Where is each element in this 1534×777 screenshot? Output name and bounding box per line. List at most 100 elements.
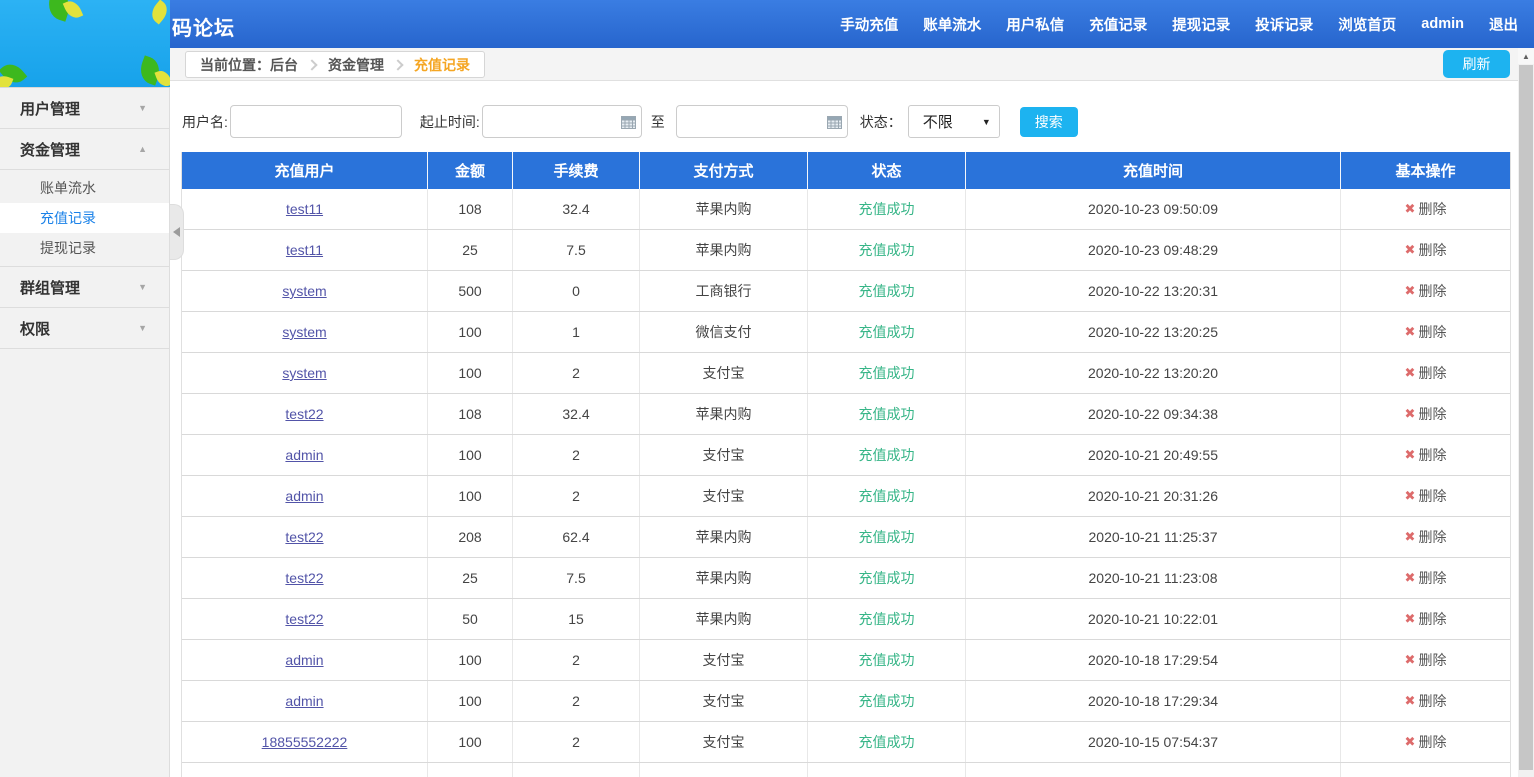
- topnav-item-withdraw-records[interactable]: 提现记录: [1172, 14, 1230, 35]
- date-from-input[interactable]: [482, 105, 642, 138]
- payment-method-cell: 苹果内购: [640, 558, 808, 598]
- delete-label: 删除: [1418, 281, 1446, 301]
- delete-button[interactable]: ✖ 删除: [1405, 322, 1447, 342]
- recharge-time-cell: 2020-10-23 09:50:09: [966, 189, 1341, 229]
- delete-button[interactable]: ✖ 删除: [1405, 281, 1447, 301]
- refresh-button[interactable]: 刷新: [1443, 50, 1510, 78]
- payment-method-cell: 支付宝: [640, 640, 808, 680]
- table-row: admin 100 2 支付宝 充值成功 2020-10-18 17:29:54…: [182, 640, 1510, 681]
- delete-x-icon: ✖: [1405, 734, 1416, 750]
- recharge-time-cell: 2020-10-22 13:20:25: [966, 312, 1341, 352]
- user-link[interactable]: test22: [285, 611, 323, 627]
- sidebar-group-user-management[interactable]: 用户管理▼: [0, 88, 169, 129]
- topnav-item-browse-home[interactable]: 浏览首页: [1338, 14, 1396, 35]
- payment-method-cell: 微信支付: [640, 312, 808, 352]
- user-link[interactable]: test22: [285, 570, 323, 586]
- status-cell: 充值成功: [859, 650, 915, 670]
- date-to-label: 至: [651, 112, 665, 132]
- delete-button[interactable]: ✖ 删除: [1405, 486, 1447, 506]
- fee-cell: 32.4: [513, 189, 640, 229]
- user-link[interactable]: 18855552222: [262, 734, 348, 750]
- delete-button[interactable]: ✖ 删除: [1405, 732, 1447, 752]
- column-header: 支付方式: [640, 152, 808, 189]
- username-input[interactable]: [230, 105, 402, 138]
- user-link[interactable]: test11: [286, 201, 323, 217]
- user-link[interactable]: admin: [285, 447, 323, 463]
- vertical-scrollbar[interactable]: ▲: [1518, 48, 1534, 777]
- scroll-up-icon[interactable]: ▲: [1518, 48, 1534, 64]
- sidebar-collapse-handle[interactable]: [170, 204, 184, 260]
- user-link[interactable]: system: [282, 365, 326, 381]
- fee-cell: 62.4: [513, 517, 640, 557]
- table-body: test11 108 32.4 苹果内购 充值成功 2020-10-23 09:…: [182, 189, 1510, 777]
- delete-button[interactable]: ✖ 删除: [1405, 609, 1447, 629]
- recharge-time-cell: 2020-10-21 10:22:01: [966, 599, 1341, 639]
- topnav-item-recharge-records[interactable]: 充值记录: [1089, 14, 1147, 35]
- topnav-item-bill-flow[interactable]: 账单流水: [923, 14, 981, 35]
- sidebar-item-withdraw-records[interactable]: 提现记录: [0, 233, 169, 263]
- user-link[interactable]: system: [282, 283, 326, 299]
- scrollbar-thumb[interactable]: [1519, 65, 1533, 770]
- breadcrumb-section[interactable]: 资金管理: [328, 55, 384, 75]
- topnav-item-complaint-records[interactable]: 投诉记录: [1255, 14, 1313, 35]
- amount-cell: 25: [428, 230, 513, 270]
- fee-cell: [513, 763, 640, 777]
- payment-method-cell: 苹果内购: [640, 599, 808, 639]
- delete-label: 删除: [1418, 240, 1446, 260]
- amount-cell: 100: [428, 476, 513, 516]
- amount-cell: 100: [428, 435, 513, 475]
- delete-button[interactable]: ✖ 删除: [1405, 445, 1447, 465]
- sidebar-group-fund-management[interactable]: 资金管理▲: [0, 129, 169, 170]
- delete-button[interactable]: ✖ 删除: [1405, 404, 1447, 424]
- delete-label: 删除: [1418, 199, 1446, 219]
- user-link[interactable]: test22: [285, 406, 323, 422]
- calendar-icon[interactable]: [827, 115, 842, 129]
- delete-label: 删除: [1418, 404, 1446, 424]
- chevron-down-icon: ▼: [138, 282, 147, 292]
- chevron-down-icon: ▼: [982, 117, 991, 127]
- sidebar-item-recharge-records[interactable]: 充值记录: [0, 203, 169, 233]
- user-link[interactable]: admin: [285, 488, 323, 504]
- status-select[interactable]: 不限 ▼: [908, 105, 1000, 138]
- username-label: 用户名:: [182, 112, 228, 132]
- delete-x-icon: ✖: [1405, 365, 1416, 381]
- user-link[interactable]: test11: [286, 242, 323, 258]
- delete-button[interactable]: ✖ 删除: [1405, 240, 1447, 260]
- topnav-item-admin-user[interactable]: admin: [1421, 16, 1464, 32]
- filter-bar: 用户名: 起止时间: 至 状态： 不限 ▼ 搜索: [182, 105, 1078, 138]
- chevron-right-icon: [306, 59, 317, 70]
- sidebar-group-permissions[interactable]: 权限▼: [0, 308, 169, 349]
- site-title: 码论坛: [172, 12, 235, 41]
- delete-button[interactable]: ✖ 删除: [1405, 650, 1447, 670]
- user-link[interactable]: test22: [285, 529, 323, 545]
- payment-method-cell: 支付宝: [640, 353, 808, 393]
- search-button[interactable]: 搜索: [1020, 107, 1078, 137]
- recharge-time-cell: 2020-10-22 13:20:31: [966, 271, 1341, 311]
- delete-button[interactable]: ✖ 删除: [1405, 691, 1447, 711]
- delete-label: 删除: [1418, 445, 1446, 465]
- user-link[interactable]: admin: [285, 652, 323, 668]
- payment-method-cell: 苹果内购: [640, 189, 808, 229]
- topnav-item-logout[interactable]: 退出: [1489, 14, 1518, 35]
- amount-cell: 50: [428, 599, 513, 639]
- delete-x-icon: ✖: [1405, 447, 1416, 463]
- user-link[interactable]: admin: [285, 693, 323, 709]
- delete-button[interactable]: ✖ 删除: [1405, 199, 1447, 219]
- status-cell: 充值成功: [859, 445, 915, 465]
- delete-button[interactable]: ✖ 删除: [1405, 363, 1447, 383]
- calendar-icon[interactable]: [621, 115, 636, 129]
- payment-method-cell: 苹果内购: [640, 517, 808, 557]
- user-link[interactable]: system: [282, 324, 326, 340]
- delete-button[interactable]: ✖ 删除: [1405, 527, 1447, 547]
- topnav-item-user-messages[interactable]: 用户私信: [1006, 14, 1064, 35]
- delete-x-icon: ✖: [1405, 529, 1416, 545]
- date-to-input[interactable]: [676, 105, 848, 138]
- table-row: [182, 763, 1510, 777]
- table-row: test22 208 62.4 苹果内购 充值成功 2020-10-21 11:…: [182, 517, 1510, 558]
- topnav-item-manual-recharge[interactable]: 手动充值: [840, 14, 898, 35]
- sidebar-item-bill-flow[interactable]: 账单流水: [0, 173, 169, 203]
- recharge-time-cell: [966, 763, 1341, 777]
- delete-button[interactable]: ✖ 删除: [1405, 568, 1447, 588]
- recharge-time-cell: 2020-10-23 09:48:29: [966, 230, 1341, 270]
- sidebar-group-group-management[interactable]: 群组管理▼: [0, 267, 169, 308]
